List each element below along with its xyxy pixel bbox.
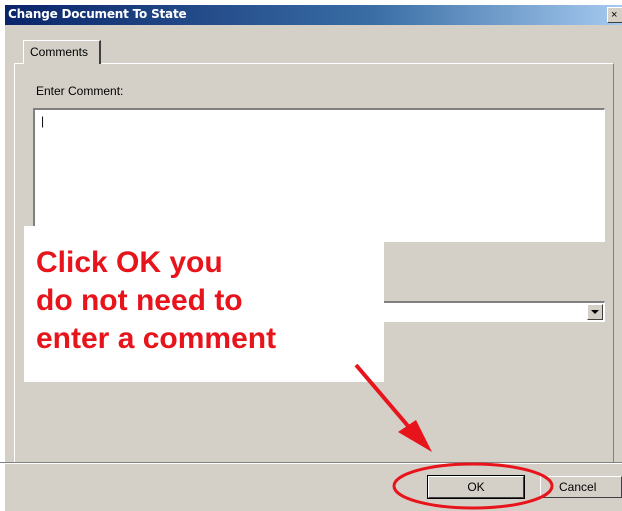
annotation-line-2: do not need to <box>36 284 243 317</box>
comment-input[interactable]: | <box>33 108 605 242</box>
dropdown-button[interactable] <box>587 304 603 320</box>
cancel-button[interactable]: Cancel <box>540 476 622 498</box>
annotation-line-1: Click OK you <box>36 246 223 279</box>
state-dropdown[interactable] <box>380 301 605 322</box>
tab-comments-label: Comments <box>30 45 89 59</box>
title-bar[interactable]: Change Document To State × <box>5 5 622 25</box>
enter-comment-label: Enter Comment: <box>36 84 124 98</box>
chevron-down-icon <box>591 310 599 314</box>
window-title: Change Document To State <box>8 7 187 21</box>
ok-button[interactable]: OK <box>427 475 525 499</box>
annotation-text: Click OK you do not need to enter a comm… <box>36 244 276 358</box>
close-button[interactable]: × <box>607 7 622 23</box>
annotation-line-3: enter a comment <box>36 322 277 355</box>
tab-comments[interactable]: Comments <box>23 40 101 64</box>
annotation-callout: Click OK you do not need to enter a comm… <box>24 226 384 382</box>
bottom-divider <box>0 462 622 464</box>
close-icon: × <box>611 9 618 21</box>
